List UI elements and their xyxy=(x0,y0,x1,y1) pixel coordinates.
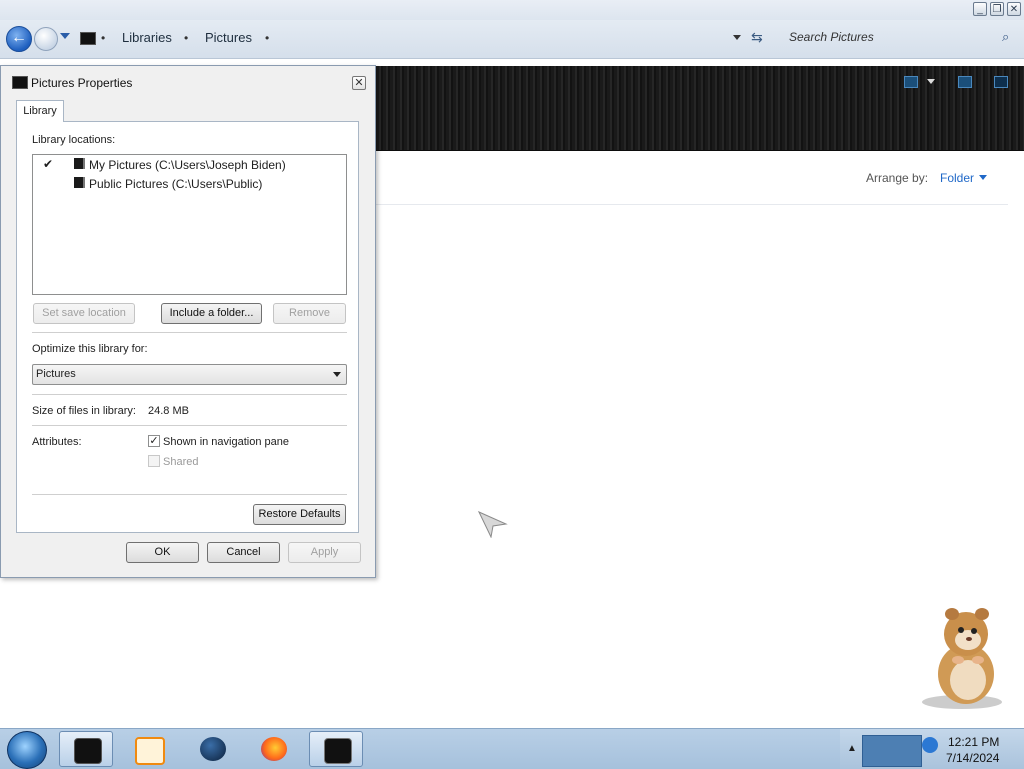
close-button[interactable]: ✕ xyxy=(1007,2,1021,16)
hamster-pet-image xyxy=(922,608,1002,709)
taskbar-firefox[interactable] xyxy=(247,731,301,767)
refresh-icon[interactable]: ⇆ xyxy=(751,29,763,46)
attributes-label: Attributes: xyxy=(32,436,82,448)
shown-in-navigation-checkbox[interactable]: ✓ xyxy=(148,435,160,447)
divider xyxy=(32,494,347,495)
back-arrow-icon: ← xyxy=(11,29,27,46)
optimize-select[interactable]: Pictures xyxy=(32,364,347,385)
restore-defaults-button[interactable]: Restore Defaults xyxy=(253,504,346,525)
dialog-close-button[interactable]: ✕ xyxy=(352,76,366,90)
set-save-location-button[interactable]: Set save location xyxy=(33,303,135,324)
navigation-bar: ← • Libraries • Pictures • ⇆ Search Pict… xyxy=(0,20,1024,59)
browser-tray-icon[interactable] xyxy=(922,737,938,753)
forward-button[interactable] xyxy=(34,27,58,51)
shared-label: Shared xyxy=(163,456,199,468)
breadcrumb-separator-icon[interactable]: • xyxy=(184,31,188,45)
firefox-icon xyxy=(261,737,287,761)
optimize-label: Optimize this library for: xyxy=(32,343,148,355)
address-dropdown-icon[interactable] xyxy=(733,35,741,40)
library-locations-label: Library locations: xyxy=(32,134,116,146)
preview-pane-icon[interactable] xyxy=(958,76,972,88)
back-button[interactable]: ← xyxy=(6,26,32,52)
folder-library-icon xyxy=(74,177,85,188)
divider xyxy=(32,332,347,333)
arrange-by-dropdown[interactable]: Folder xyxy=(940,171,974,185)
search-input[interactable]: Search Pictures xyxy=(789,30,874,44)
clock-date[interactable]: 7/14/2024 xyxy=(946,751,999,765)
help-icon[interactable] xyxy=(994,76,1008,88)
folder-library-icon xyxy=(74,158,85,169)
breadcrumb-separator-icon[interactable]: • xyxy=(101,31,105,45)
taskbar-library-window[interactable] xyxy=(309,731,363,767)
tray-chevron-icon[interactable]: ▲ xyxy=(847,743,857,754)
list-item[interactable]: ✔ My Pictures (C:\Users\Joseph Biden) xyxy=(33,155,346,174)
location-label: My Pictures (C:\Users\Joseph Biden) xyxy=(89,158,286,172)
chevron-down-icon xyxy=(333,372,341,377)
breadcrumb-pictures[interactable]: Pictures xyxy=(205,30,252,45)
clock-time[interactable]: 12:21 PM xyxy=(948,735,999,749)
apply-button[interactable]: Apply xyxy=(288,542,361,563)
view-icon[interactable] xyxy=(904,76,918,88)
network-tray-icon[interactable] xyxy=(862,735,922,767)
divider xyxy=(32,394,347,395)
start-button[interactable] xyxy=(7,731,47,769)
window-titlebar: _ ❐ ✕ xyxy=(0,0,1024,20)
window-icon xyxy=(324,738,352,764)
breadcrumb-separator-icon[interactable]: • xyxy=(265,31,269,45)
ok-button[interactable]: OK xyxy=(126,542,199,563)
cancel-button[interactable]: Cancel xyxy=(207,542,280,563)
shown-in-navigation-label: Shown in navigation pane xyxy=(163,436,289,448)
mouse-cursor-icon xyxy=(478,511,508,538)
library-tab-panel: Library locations: ✔ My Pictures (C:\Use… xyxy=(16,121,359,533)
tab-library[interactable]: Library xyxy=(16,100,64,122)
library-icon xyxy=(80,32,96,45)
media-player-icon xyxy=(135,737,165,765)
globe-icon xyxy=(200,737,226,761)
library-locations-list[interactable]: ✔ My Pictures (C:\Users\Joseph Biden) Pu… xyxy=(32,154,347,295)
taskbar-network-globe[interactable] xyxy=(186,731,240,767)
size-value: 24.8 MB xyxy=(148,405,189,417)
divider xyxy=(32,425,347,426)
minimize-button[interactable]: _ xyxy=(973,2,987,16)
content-divider xyxy=(376,204,1008,205)
recent-pages-arrow-icon[interactable] xyxy=(60,33,70,39)
arrange-by-caret-icon[interactable] xyxy=(979,175,987,180)
default-location-check-icon: ✔ xyxy=(43,157,54,171)
taskbar-media-player[interactable] xyxy=(121,731,175,767)
search-icon[interactable]: ⌕ xyxy=(1002,29,1009,45)
taskbar: ▲ 12:21 PM 7/14/2024 xyxy=(0,728,1024,769)
arrange-by-label: Arrange by: xyxy=(866,171,929,185)
remove-button[interactable]: Remove xyxy=(273,303,346,324)
view-dropdown-icon[interactable] xyxy=(927,79,935,84)
shared-checkbox[interactable] xyxy=(148,455,160,467)
restore-button[interactable]: ❐ xyxy=(990,2,1004,16)
breadcrumb-libraries[interactable]: Libraries xyxy=(122,30,172,45)
properties-dialog: Pictures Properties ✕ Library Library lo… xyxy=(0,65,376,578)
size-label: Size of files in library: xyxy=(32,405,136,417)
folder-icon xyxy=(74,738,102,764)
optimize-select-value: Pictures xyxy=(36,368,76,380)
include-folder-button[interactable]: Include a folder... xyxy=(161,303,262,324)
library-header xyxy=(376,66,1024,151)
dialog-title: Pictures Properties xyxy=(31,76,133,90)
taskbar-explorer[interactable] xyxy=(59,731,113,767)
list-item[interactable]: Public Pictures (C:\Users\Public) xyxy=(33,174,346,193)
location-label: Public Pictures (C:\Users\Public) xyxy=(89,177,263,191)
library-icon xyxy=(12,76,28,89)
